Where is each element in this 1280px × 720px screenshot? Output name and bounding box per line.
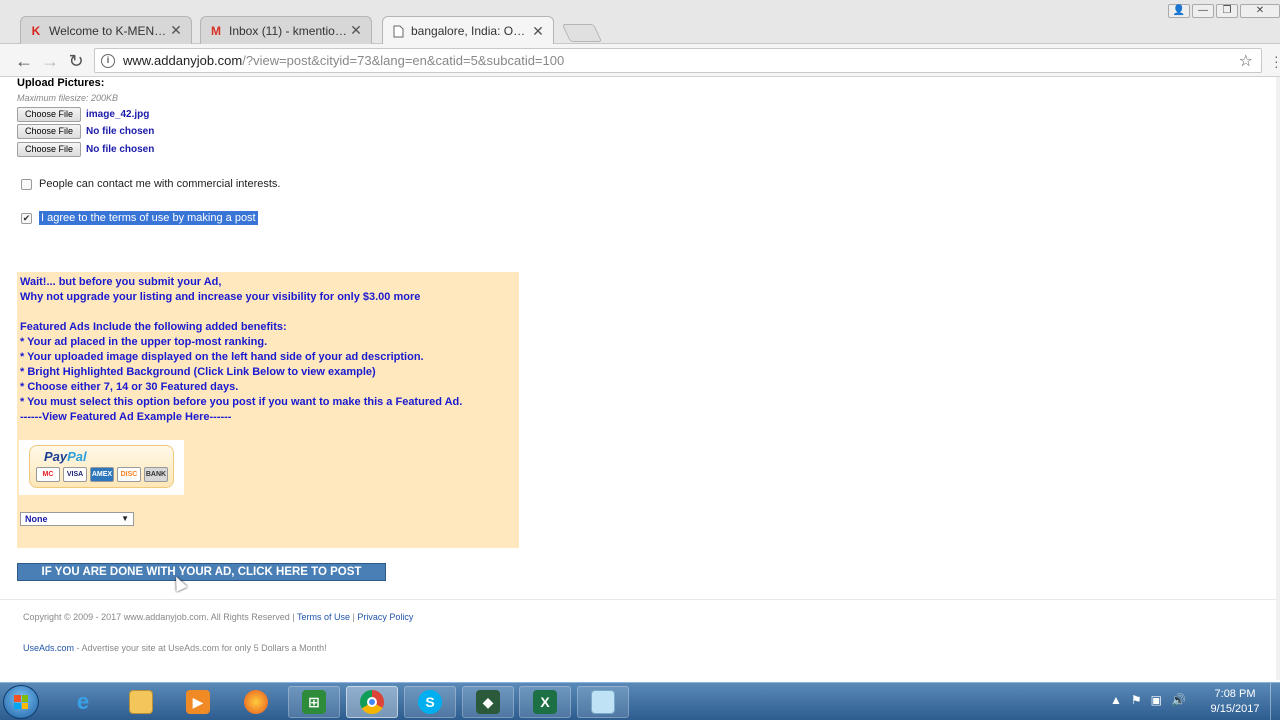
url-path: /?view=post&cityid=73&lang=en&catid=5&su… (242, 53, 565, 68)
minimize-button[interactable]: — (1192, 4, 1214, 18)
taskbar-clock[interactable]: 7:08 PM 9/15/2017 (1204, 687, 1266, 717)
chrome-icon[interactable] (346, 686, 398, 718)
benefit-item: * Your ad placed in the upper top-most r… (20, 336, 268, 348)
mastercard-icon: MC (36, 467, 60, 482)
benefit-item: * Choose either 7, 14 or 30 Featured day… (20, 381, 239, 393)
paypal-logo[interactable]: PayPal MC VISA AMEX DISC BANK (19, 440, 184, 495)
close-tab-icon[interactable]: ✕ (349, 22, 363, 39)
paypal-wordmark: PayPal (44, 449, 87, 464)
skype-icon[interactable]: S (404, 686, 456, 718)
payment-cards: MC VISA AMEX DISC BANK (36, 467, 168, 482)
file-input-row: Choose File image_42.jpg (17, 107, 149, 122)
page-icon (391, 24, 405, 38)
file-name: No file chosen (86, 126, 155, 137)
upload-title: Upload Pictures: (17, 77, 105, 89)
file-name: No file chosen (86, 144, 155, 155)
menu-dots-icon[interactable]: · · · (1274, 49, 1279, 73)
terms-row: ✔ I agree to the terms of use by making … (21, 211, 258, 225)
clock-date: 9/15/2017 (1210, 703, 1260, 715)
user-icon[interactable]: 👤 (1168, 4, 1190, 18)
network-icon[interactable]: ▣ (1151, 693, 1162, 707)
firefox-icon[interactable] (230, 686, 282, 718)
restore-button[interactable]: ❐ (1216, 4, 1238, 18)
forward-arrow-icon[interactable]: → (39, 50, 61, 72)
kmention-favicon-icon: K (31, 23, 41, 38)
tab-title: bangalore, India: Online (411, 24, 531, 38)
choose-file-button[interactable]: Choose File (17, 124, 81, 139)
file-input-row: Choose File No file chosen (17, 124, 154, 139)
start-button[interactable] (3, 685, 39, 719)
browser-toolbar: ← → ↻ i www.addanyjob.com/?view=post&cit… (0, 44, 1280, 77)
bookmark-star-icon[interactable]: ☆ (1239, 51, 1253, 71)
browser-tab-strip: K Welcome to K-MENTIONPASS ✕ M Inbox (11… (0, 0, 1280, 45)
tab-kmention[interactable]: K Welcome to K-MENTIONPASS ✕ (20, 16, 192, 44)
benefit-item: * You must select this option before you… (20, 396, 463, 408)
excel-icon[interactable]: X (519, 686, 571, 718)
tab-title: Inbox (11) - kmentionpass (229, 23, 349, 38)
show-desktop-button[interactable] (1270, 683, 1280, 720)
featured-days-select[interactable]: None ▼ (20, 512, 134, 526)
windows-logo-icon (14, 695, 28, 709)
new-tab-button[interactable] (561, 24, 603, 42)
notepad-icon[interactable] (577, 686, 629, 718)
discover-icon: DISC (117, 467, 141, 482)
media-player-icon[interactable]: ▶ (172, 686, 224, 718)
page-content: Upload Pictures: Maximum filesize: 200KB… (0, 77, 1280, 680)
benefits-title: Featured Ads Include the following added… (20, 321, 287, 333)
choose-file-button[interactable]: Choose File (17, 142, 81, 157)
bank-icon: BANK (144, 467, 168, 482)
amex-icon: AMEX (90, 467, 114, 482)
select-value: None (25, 514, 48, 524)
internet-explorer-icon[interactable]: e (57, 686, 109, 718)
post-ad-button[interactable]: IF YOU ARE DONE WITH YOUR AD, CLICK HERE… (17, 563, 386, 581)
terms-checkbox[interactable]: ✔ (21, 212, 32, 224)
close-tab-icon[interactable]: ✕ (531, 23, 545, 40)
file-explorer-icon[interactable] (115, 686, 167, 718)
benefit-item: * Bright Highlighted Background (Click L… (20, 366, 376, 378)
commercial-contact-row: People can contact me with commercial in… (21, 178, 281, 190)
privacy-link[interactable]: Privacy Policy (357, 612, 413, 622)
page-scrollbar[interactable] (1276, 77, 1280, 680)
windows-taskbar: e ▶ ⊞ S ◆ X ▲ ⚑ ▣ 🔊 7:08 PM 9/15/2017 (0, 682, 1280, 720)
close-tab-icon[interactable]: ✕ (169, 22, 183, 39)
file-input-row: Choose File No file chosen (17, 142, 154, 157)
file-name: image_42.jpg (86, 109, 150, 120)
spreadsheet-icon[interactable]: ⊞ (288, 686, 340, 718)
featured-example-link[interactable]: ------View Featured Ad Example Here-----… (17, 410, 519, 425)
app-icon[interactable]: ◆ (462, 686, 514, 718)
commercial-contact-checkbox[interactable] (21, 178, 32, 190)
chevron-down-icon: ▼ (121, 514, 129, 523)
address-bar[interactable]: i www.addanyjob.com/?view=post&cityid=73… (94, 48, 1262, 73)
max-filesize-note: Maximum filesize: 200KB (17, 93, 119, 103)
close-window-button[interactable]: ✕ (1240, 4, 1280, 18)
url-host: www.addanyjob.com (123, 53, 243, 68)
benefit-item: * Your uploaded image displayed on the l… (20, 351, 424, 363)
system-tray: ▲ ⚑ ▣ 🔊 (1110, 693, 1186, 707)
promo-line: Wait!... but before you submit your Ad, (20, 276, 222, 288)
back-arrow-icon[interactable]: ← (13, 50, 35, 72)
window-controls: 👤 — ❐ ✕ (1168, 4, 1280, 18)
useads-link[interactable]: UseAds.com (23, 643, 74, 653)
tab-title: Welcome to K-MENTIONPASS (49, 23, 169, 38)
tab-bangalore[interactable]: bangalore, India: Online ✕ (382, 16, 554, 45)
commercial-contact-label: People can contact me with commercial in… (39, 178, 281, 190)
tab-inbox[interactable]: M Inbox (11) - kmentionpass ✕ (200, 16, 372, 44)
site-info-icon[interactable]: i (101, 53, 115, 68)
featured-ad-promo: Wait!... but before you submit your Ad, … (17, 272, 519, 548)
clock-time: 7:08 PM (1214, 688, 1256, 700)
promo-line: Why not upgrade your listing and increas… (20, 291, 421, 303)
gmail-favicon-icon: M (211, 23, 221, 38)
terms-label: I agree to the terms of use by making a … (39, 211, 258, 225)
copyright-footer: Copyright © 2009 - 2017 www.addanyjob.co… (23, 612, 414, 622)
terms-link[interactable]: Terms of Use (297, 612, 350, 622)
visa-icon: VISA (63, 467, 87, 482)
volume-icon[interactable]: 🔊 (1171, 693, 1186, 707)
choose-file-button[interactable]: Choose File (17, 107, 81, 122)
footer-divider (0, 599, 1280, 600)
useads-footer: UseAds.com - Advertise your site at UseA… (23, 643, 327, 653)
show-hidden-icons-icon[interactable]: ▲ (1110, 693, 1122, 707)
reload-icon[interactable]: ↻ (65, 50, 87, 72)
action-center-icon[interactable]: ⚑ (1131, 693, 1142, 707)
